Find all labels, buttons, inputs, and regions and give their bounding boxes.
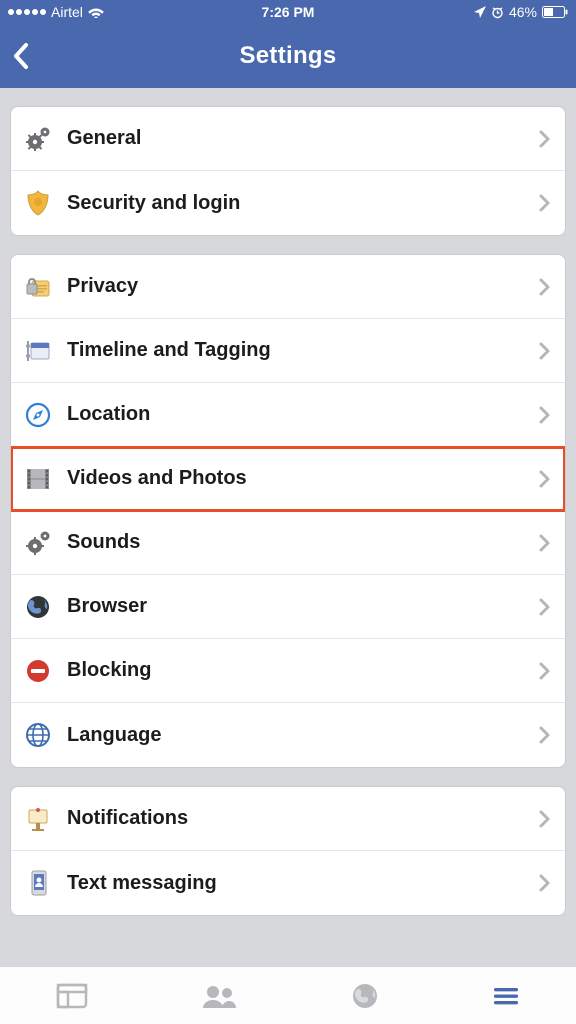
tab-feed[interactable] [55,981,89,1011]
chevron-right-icon [538,405,551,425]
filmstrip-icon [23,464,61,494]
row-notifications[interactable]: Notifications [11,787,565,851]
settings-group-3: Notifications Text messaging [10,786,566,916]
bottom-tab-bar [0,966,576,1024]
row-label: Timeline and Tagging [61,339,538,362]
page-title: Settings [239,42,336,70]
row-sounds[interactable]: Sounds [11,511,565,575]
status-right: 46% [474,4,568,20]
row-security[interactable]: Security and login [11,171,565,235]
gears-icon [23,124,61,154]
phone-profile-icon [23,868,61,898]
location-arrow-icon [474,6,486,18]
carrier-label: Airtel [51,4,83,20]
chevron-right-icon [538,809,551,829]
row-language[interactable]: Language [11,703,565,767]
blocking-icon [23,656,61,686]
row-timeline[interactable]: Timeline and Tagging [11,319,565,383]
privacy-lock-icon [23,272,61,302]
battery-percent: 46% [509,4,537,20]
row-label: Blocking [61,659,538,682]
row-blocking[interactable]: Blocking [11,639,565,703]
row-label: Videos and Photos [61,467,538,490]
tab-notifications-globe[interactable] [349,981,381,1011]
tab-menu[interactable] [491,981,521,1011]
chevron-right-icon [538,725,551,745]
nav-header: Settings [0,24,576,88]
row-privacy[interactable]: Privacy [11,255,565,319]
chevron-right-icon [538,277,551,297]
row-general[interactable]: General [11,107,565,171]
chevron-right-icon [538,873,551,893]
row-label: General [61,127,538,150]
settings-content: General Security and login Privacy [0,88,576,966]
row-label: Security and login [61,192,538,215]
notifications-board-icon [23,804,61,834]
row-label: Location [61,403,538,426]
gears-icon [23,528,61,558]
chevron-right-icon [538,341,551,361]
tab-friends[interactable] [199,981,239,1011]
chevron-right-icon [538,533,551,553]
shield-badge-icon [23,188,61,218]
globe-wire-icon [23,720,61,750]
row-label: Text messaging [61,872,538,895]
row-browser[interactable]: Browser [11,575,565,639]
battery-icon [542,6,568,18]
row-text-messaging[interactable]: Text messaging [11,851,565,915]
row-label: Privacy [61,275,538,298]
alarm-icon [491,6,504,19]
settings-group-1: General Security and login [10,106,566,236]
chevron-right-icon [538,597,551,617]
status-bar: Airtel 7:26 PM 46% [0,0,576,24]
row-location[interactable]: Location [11,383,565,447]
chevron-right-icon [538,129,551,149]
chevron-right-icon [538,469,551,489]
wifi-icon [88,6,104,18]
row-label: Browser [61,595,538,618]
globe-dark-icon [23,592,61,622]
compass-icon [23,400,61,430]
back-button[interactable] [12,24,32,88]
signal-dots-icon [8,9,46,15]
timeline-icon [23,336,61,366]
row-label: Notifications [61,807,538,830]
settings-group-2: Privacy Timeline and Tagging Location [10,254,566,768]
chevron-right-icon [538,661,551,681]
chevron-right-icon [538,193,551,213]
row-videos-photos[interactable]: Videos and Photos [11,447,565,511]
status-left: Airtel [8,4,104,20]
chevron-left-icon [12,40,32,72]
row-label: Language [61,724,538,747]
row-label: Sounds [61,531,538,554]
